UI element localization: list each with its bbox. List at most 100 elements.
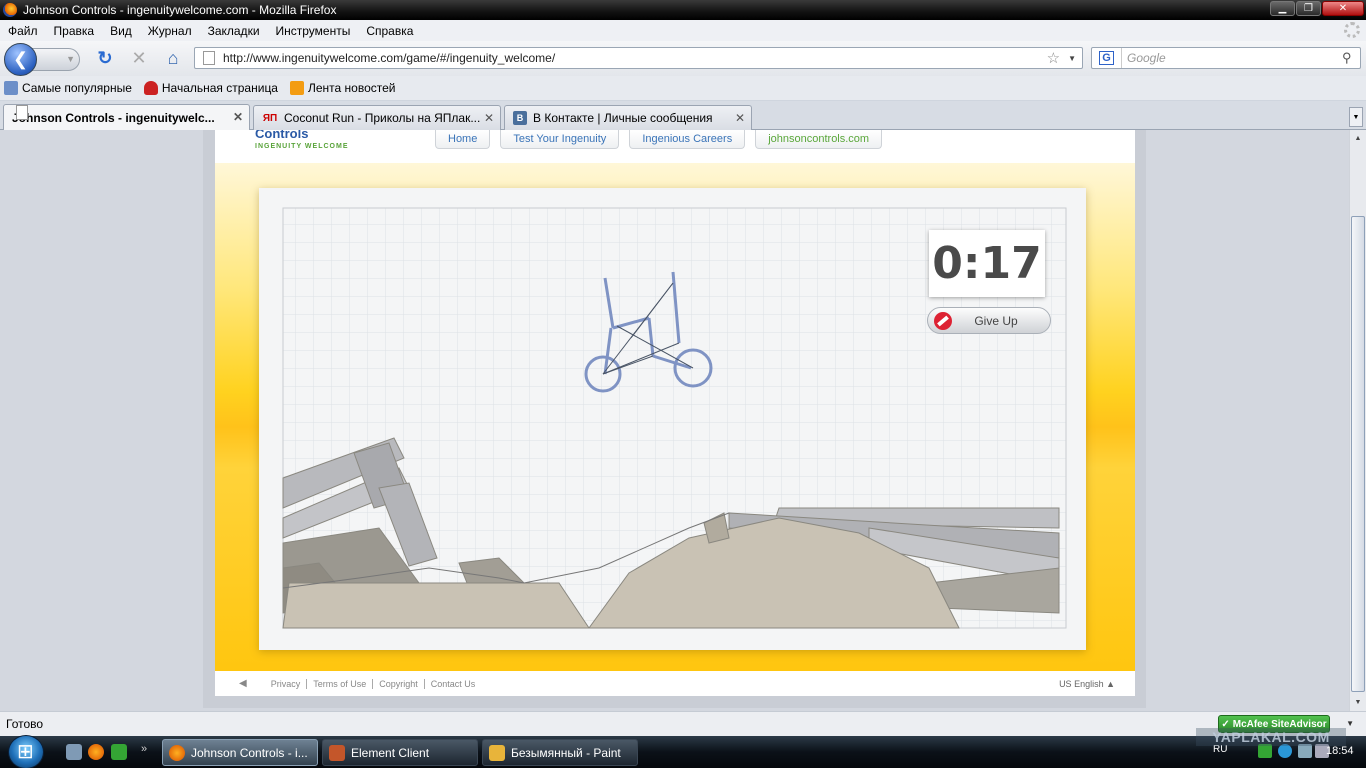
network-icon[interactable] [1298,744,1312,758]
most-popular-icon [4,81,18,95]
nav-ingenious-careers[interactable]: Ingenious Careers [629,130,746,149]
start-page-icon [143,81,158,95]
scrollbar-thumb[interactable] [1351,216,1365,692]
scroll-up-icon[interactable]: ▲ [1350,130,1366,147]
back-forward-group: ▼ ❮ [4,42,84,76]
site-header: Controls INGENUITY WELCOME Home Test You… [215,130,1135,163]
start-button[interactable] [8,735,44,768]
menu-help[interactable]: Справка [364,24,415,38]
reload-icon[interactable]: ↻ [92,46,118,72]
menu-tools[interactable]: Инструменты [274,24,353,38]
window-titlebar: Johnson Controls - ingenuitywelcome.com … [0,0,1366,20]
menu-history[interactable]: Журнал [146,24,194,38]
url-bar[interactable]: http://www.ingenuitywelcome.com/game/#/i… [194,47,1083,69]
site-nav: Home Test Your Ingenuity Ingenious Caree… [435,130,883,149]
speaker-icon[interactable]: ◀ [239,678,247,689]
bookmark-label: Самые популярные [22,81,132,95]
menu-bar: Файл Правка Вид Журнал Закладки Инструме… [0,20,1366,41]
tab-coconut-run[interactable]: ЯП Coconut Run - Приколы на ЯПлак... ✕ [253,105,501,130]
menu-view[interactable]: Вид [108,24,134,38]
bookmark-news-feed[interactable]: Лента новостей [289,81,396,95]
site-logo[interactable]: Controls [255,130,308,141]
status-text: Готово [6,717,44,731]
yaplakal-watermark: YAPLAKAL.COM [1196,728,1346,746]
game-stage: 0:17 Give Up [215,163,1135,671]
game-canvas[interactable]: 0:17 Give Up [259,188,1086,650]
nav-johnsoncontrols-com[interactable]: johnsoncontrols.com [755,130,883,149]
footer-contact-us[interactable]: Contact Us [425,679,482,689]
bookmark-label: Лента новостей [307,81,396,95]
nav-test-your-ingenuity[interactable]: Test Your Ingenuity [500,130,620,149]
bookmarks-toolbar: Самые популярные Начальная страница Лент… [0,76,1366,101]
task-firefox[interactable]: Johnson Controls - i... [162,739,318,766]
language-selector[interactable]: US English ▲ [1059,679,1115,689]
firefox-icon [3,3,17,17]
list-all-tabs-button[interactable]: ▼ [1349,107,1363,127]
close-tab-icon[interactable]: ✕ [484,111,494,125]
vk-icon: B [513,111,527,125]
home-icon[interactable]: ⌂ [160,46,186,72]
utorrent-quicklaunch-icon[interactable] [111,744,127,760]
task-element-client[interactable]: Element Client [322,739,478,766]
element-client-icon [329,744,345,761]
maximize-button[interactable]: ❐ [1296,1,1321,16]
tab-bar: Johnson Controls - ingenuitywelc... ✕ ЯП… [0,101,1366,130]
bookmark-star-icon[interactable]: ☆ [1047,49,1060,67]
back-button[interactable]: ❮ [4,42,37,76]
stop-icon[interactable]: ✕ [126,46,152,72]
google-icon: G [1099,51,1114,65]
minimize-button[interactable]: ▁ [1270,1,1295,16]
game-timer: 0:17 [929,230,1045,297]
bookmark-start-page[interactable]: Начальная страница [143,81,278,95]
utorrent-tray-icon[interactable] [1258,744,1272,758]
clock[interactable]: 18:54 [1326,745,1354,757]
tab-johnson-controls[interactable]: Johnson Controls - ingenuitywelc... ✕ [3,104,250,130]
firefox-quicklaunch-icon[interactable] [88,744,104,760]
task-paint[interactable]: Безымянный - Paint [482,739,638,766]
no-entry-icon [934,311,952,330]
tab-label: Coconut Run - Приколы на ЯПлак... [284,111,481,125]
url-dropdown-icon[interactable]: ▼ [1068,54,1076,63]
bookmark-most-popular[interactable]: Самые популярные [4,81,132,95]
footer-copyright[interactable]: Copyright [373,678,425,689]
menu-bookmarks[interactable]: Закладки [206,24,262,38]
url-text[interactable]: http://www.ingenuitywelcome.com/game/#/i… [223,51,1047,65]
browser-content: Controls INGENUITY WELCOME Home Test You… [0,130,1349,711]
windows-taskbar: » Johnson Controls - i... Element Client… [0,735,1366,768]
firefox-icon [169,744,185,761]
footer-privacy[interactable]: Privacy [265,678,308,689]
page-icon [16,105,28,120]
nav-home[interactable]: Home [435,130,491,149]
page-wrapper: Controls INGENUITY WELCOME Home Test You… [203,130,1146,708]
status-bar: Готово McAfee SiteAdvisor ▼ [0,711,1366,736]
search-input[interactable]: Google [1122,51,1342,65]
vertical-scrollbar[interactable]: ▲ ▼ [1349,130,1366,711]
forward-button[interactable]: ▼ [32,47,80,71]
bookmark-label: Начальная страница [161,81,278,95]
tab-vkontakte[interactable]: B В Контакте | Личные сообщения ✕ [504,105,752,130]
close-tab-icon[interactable]: ✕ [233,110,243,124]
window-title: Johnson Controls - ingenuitywelcome.com … [23,3,337,17]
close-tab-icon[interactable]: ✕ [735,111,745,125]
paint-icon [489,744,505,761]
show-desktop-icon[interactable] [66,744,82,760]
site-page: Controls INGENUITY WELCOME Home Test You… [215,130,1135,696]
search-engine-button[interactable]: G [1092,48,1122,68]
close-window-button[interactable]: ✕ [1322,1,1364,16]
quicklaunch-more-icon[interactable]: » [141,743,147,755]
tab-label: В Контакте | Личные сообщения [533,111,713,125]
search-bar[interactable]: G Google ⚲ [1091,47,1361,69]
site-footer: ◀ Privacy Terms of Use Copyright Contact… [215,671,1135,696]
dropdown-arrow-icon[interactable]: ▼ [66,54,75,64]
skype-tray-icon[interactable] [1278,744,1292,758]
scroll-down-icon[interactable]: ▼ [1350,694,1366,711]
menu-file[interactable]: Файл [6,24,40,38]
menu-edit[interactable]: Правка [52,24,97,38]
footer-terms-of-use[interactable]: Terms of Use [307,678,374,689]
search-icon[interactable]: ⚲ [1342,50,1360,66]
give-up-button[interactable]: Give Up [927,307,1051,334]
status-dropdown-icon[interactable]: ▼ [1346,719,1354,728]
site-logo-subtitle: INGENUITY WELCOME [255,143,349,150]
task-label: Element Client [351,745,430,760]
rss-icon [289,81,304,95]
